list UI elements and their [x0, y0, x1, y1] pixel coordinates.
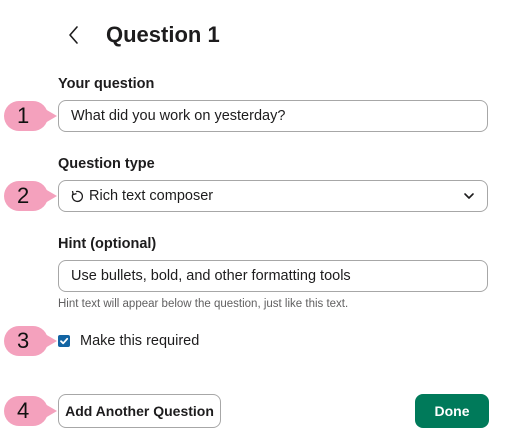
question-type-select[interactable]: Rich text composer: [58, 180, 488, 212]
chevron-down-icon: [464, 193, 474, 199]
callout-1: 1: [4, 101, 57, 131]
page-title: Question 1: [106, 22, 220, 47]
callout-2: 2: [4, 181, 57, 211]
callout-4: 4: [4, 396, 57, 426]
question-type-value: Rich text composer: [89, 188, 214, 204]
hint-input-value: Use bullets, bold, and other formatting …: [71, 268, 351, 284]
question-input-value: What did you work on yesterday?: [71, 108, 286, 124]
done-button[interactable]: Done: [415, 394, 489, 428]
checkmark-icon: [60, 337, 69, 345]
hint-label: Hint (optional): [58, 236, 157, 252]
hint-helper-text: Hint text will appear below the question…: [58, 298, 349, 310]
question-label: Your question: [58, 76, 155, 92]
chevron-left-icon: [69, 26, 78, 44]
hint-input[interactable]: Use bullets, bold, and other formatting …: [58, 260, 488, 292]
required-label[interactable]: Make this required: [80, 333, 199, 350]
rich-text-icon: [71, 190, 84, 202]
question-type-label: Question type: [58, 156, 155, 172]
required-checkbox[interactable]: [58, 335, 70, 347]
callout-3: 3: [4, 326, 57, 356]
question-input[interactable]: What did you work on yesterday?: [58, 100, 488, 132]
back-button[interactable]: [60, 20, 88, 50]
add-another-question-button[interactable]: Add Another Question: [58, 394, 221, 428]
